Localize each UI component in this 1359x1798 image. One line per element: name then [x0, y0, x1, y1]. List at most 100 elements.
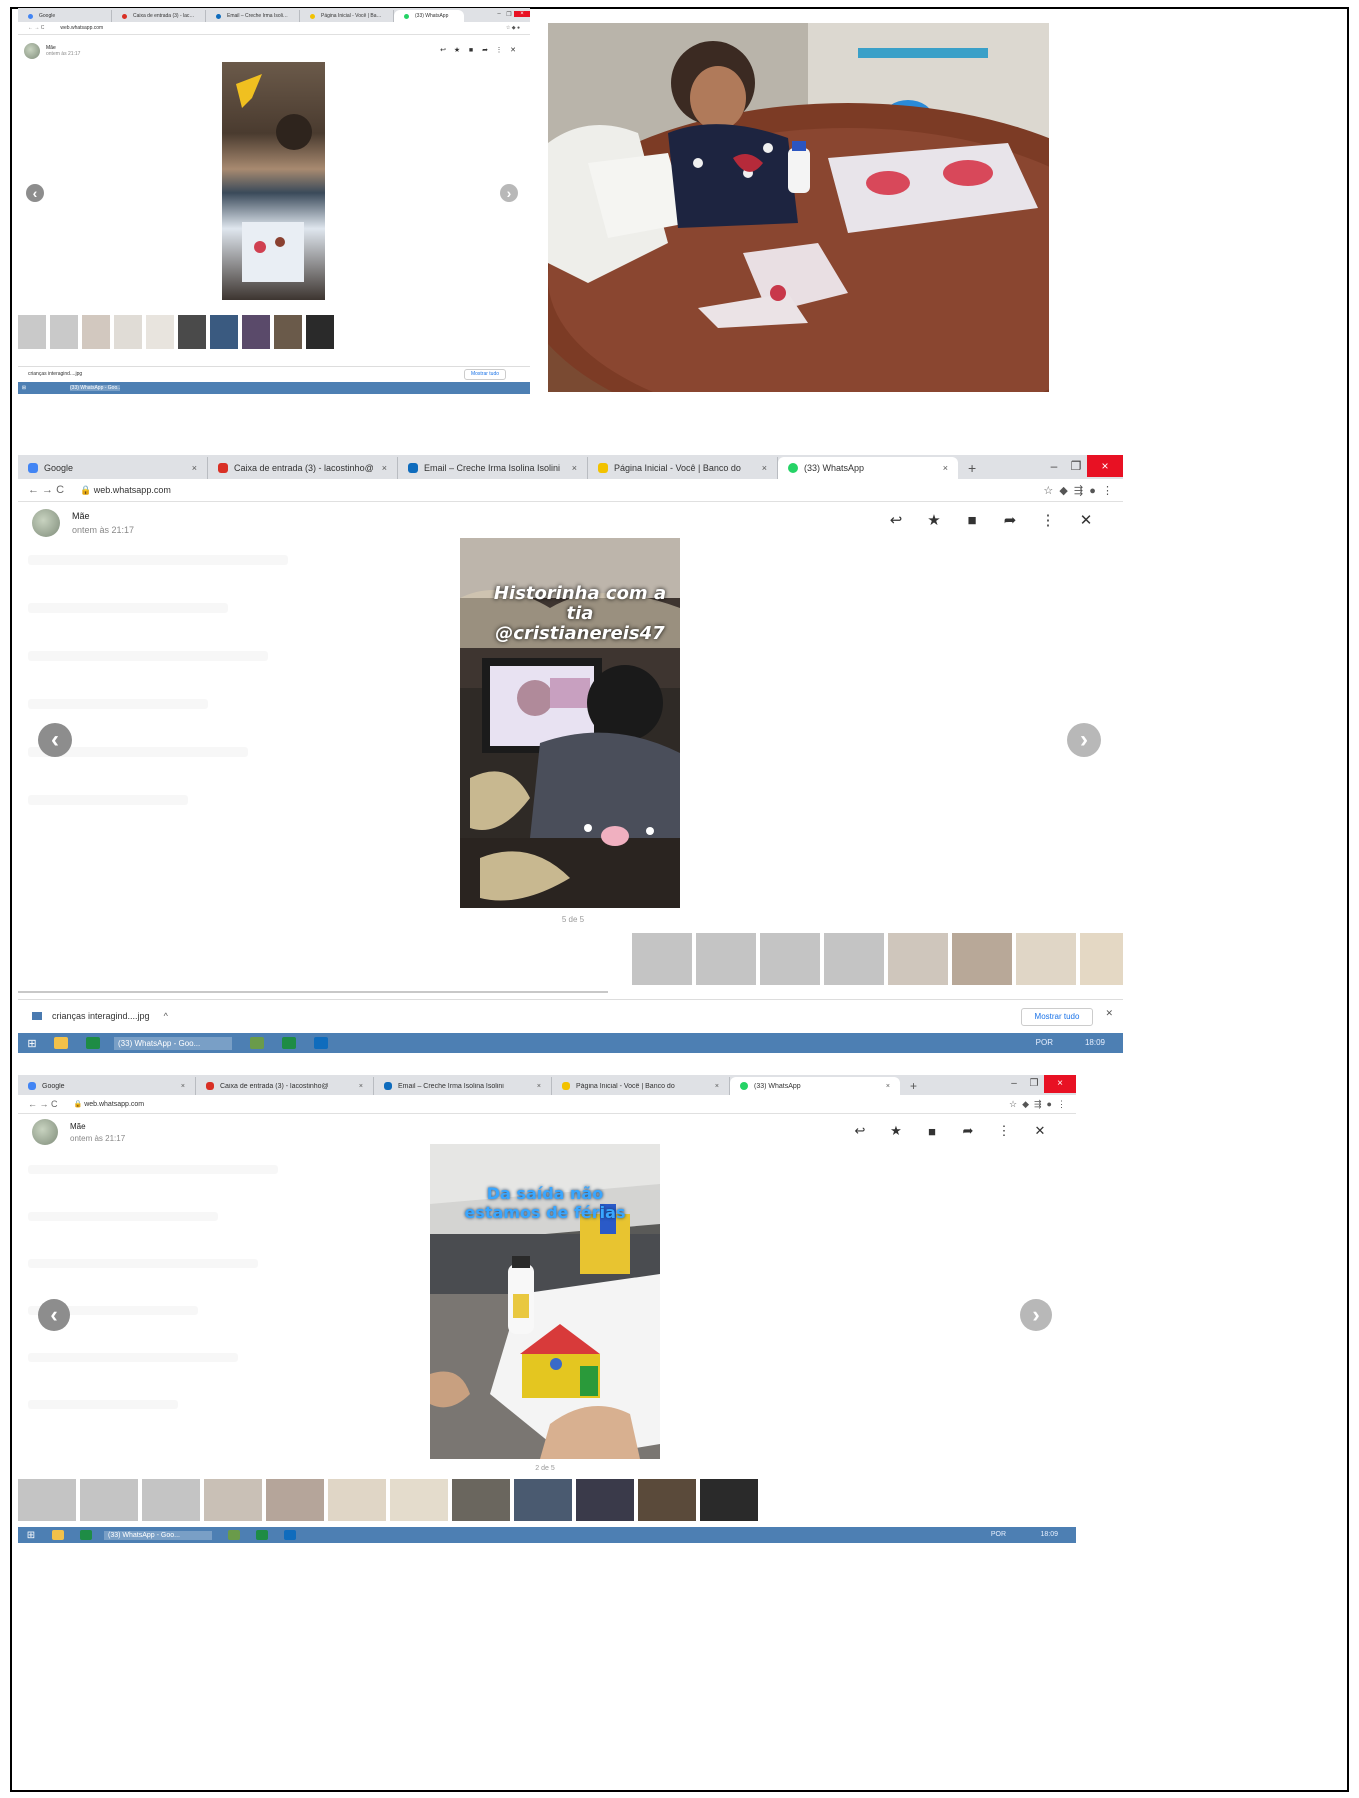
close-tab-icon[interactable]: × — [382, 463, 387, 473]
excel-icon[interactable] — [282, 1037, 296, 1049]
extension-icons[interactable]: ☆ ◆ ⇶ ● ⋮ — [1043, 484, 1113, 497]
thumbnail[interactable] — [142, 1479, 200, 1521]
thumbnail[interactable] — [210, 315, 238, 349]
thumbnail[interactable] — [18, 315, 46, 349]
tab-whatsapp[interactable]: (33) WhatsApp — [394, 10, 464, 22]
close-viewer-icon[interactable]: ✕ — [506, 46, 520, 54]
forward-icon[interactable]: ➦ — [991, 511, 1029, 529]
tab-bank[interactable]: Página Inicial - Você | Banco do × — [552, 1077, 730, 1095]
start-icon[interactable]: ⊞ — [18, 385, 30, 391]
tab-whatsapp[interactable]: (33) WhatsApp × — [730, 1077, 900, 1095]
reply-icon[interactable]: ↩ — [436, 46, 450, 54]
restore-button[interactable]: ❐ — [504, 11, 514, 18]
thumbnail[interactable] — [80, 1479, 138, 1521]
thumbnail[interactable] — [274, 315, 302, 349]
excel-icon[interactable] — [80, 1530, 92, 1540]
extension-icons[interactable]: ☆ ◆ ⇶ ● ⋮ — [1009, 1099, 1066, 1110]
url-field[interactable]: 🔒 web.whatsapp.com — [80, 485, 1043, 496]
tab-google[interactable]: Google × — [18, 1077, 196, 1095]
close-tab-icon[interactable]: × — [181, 1083, 185, 1090]
reply-icon[interactable]: ↩ — [842, 1123, 878, 1139]
star-icon[interactable]: ★ — [878, 1123, 914, 1139]
delete-icon[interactable]: ■ — [953, 512, 991, 529]
minimize-button[interactable]: – — [1004, 1075, 1024, 1093]
thumbnail[interactable] — [266, 1479, 324, 1521]
close-window-button[interactable]: × — [514, 11, 530, 17]
close-tab-icon[interactable]: × — [943, 463, 948, 473]
app-icon[interactable] — [228, 1530, 240, 1540]
close-viewer-icon[interactable]: ✕ — [1022, 1123, 1058, 1139]
outlook-icon[interactable] — [284, 1530, 296, 1540]
thumbnail[interactable] — [700, 1479, 758, 1521]
app-icon[interactable] — [250, 1037, 264, 1049]
download-item[interactable]: crianças interagind....jpg — [28, 371, 82, 377]
avatar[interactable] — [32, 1119, 58, 1145]
close-tab-icon[interactable]: × — [359, 1083, 363, 1090]
tab-bank[interactable]: Página Inicial - Você | Banco do — [300, 10, 394, 22]
tab-gmail[interactable]: Caixa de entrada (3) - lacostinho@ — [112, 10, 206, 22]
close-tab-icon[interactable]: × — [537, 1083, 541, 1090]
outlook-icon[interactable] — [314, 1037, 328, 1049]
menu-icon[interactable]: ⋮ — [986, 1123, 1022, 1139]
minimize-button[interactable]: – — [1043, 455, 1065, 477]
thumbnail[interactable] — [50, 315, 78, 349]
show-all-button[interactable]: Mostrar tudo — [464, 369, 506, 380]
star-icon[interactable]: ★ — [915, 511, 953, 529]
taskbar-whatsapp-app[interactable]: (33) WhatsApp - Goo... — [70, 385, 120, 391]
thumbnail[interactable] — [888, 933, 948, 985]
tab-bank[interactable]: Página Inicial - Você | Banco do × — [588, 457, 778, 479]
forward-icon[interactable]: ➦ — [950, 1123, 986, 1139]
restore-button[interactable]: ❐ — [1065, 455, 1087, 477]
tab-email[interactable]: Email – Creche Irma Isolina Isolini — [206, 10, 300, 22]
minimize-button[interactable]: – — [494, 11, 504, 17]
tab-email[interactable]: Email – Creche Irma Isolina Isolini × — [398, 457, 588, 479]
close-tab-icon[interactable]: × — [192, 463, 197, 473]
reply-icon[interactable]: ↩ — [877, 511, 915, 529]
thumbnail[interactable] — [1016, 933, 1076, 985]
download-chevron-icon[interactable]: ^ — [164, 1011, 168, 1021]
start-icon[interactable]: ⊞ — [18, 1530, 44, 1541]
tab-email[interactable]: Email – Creche Irma Isolina Isolini × — [374, 1077, 552, 1095]
close-viewer-icon[interactable]: ✕ — [1067, 511, 1105, 529]
url-field[interactable]: web.whatsapp.com — [60, 25, 505, 31]
thumbnail[interactable] — [514, 1479, 572, 1521]
previous-media-button[interactable]: ‹ — [26, 184, 44, 202]
excel-icon[interactable] — [256, 1530, 268, 1540]
nav-buttons-icon[interactable]: ← → C — [28, 25, 44, 31]
menu-icon[interactable]: ⋮ — [492, 46, 506, 54]
thumbnail[interactable] — [114, 315, 142, 349]
thumbnail[interactable] — [178, 315, 206, 349]
tab-gmail[interactable]: Caixa de entrada (3) - lacostinho@ × — [196, 1077, 374, 1095]
tab-gmail[interactable]: Caixa de entrada (3) - lacostinho@ × — [208, 457, 398, 479]
thumbnail[interactable] — [824, 933, 884, 985]
explorer-icon[interactable] — [54, 1037, 68, 1049]
thumbnail[interactable] — [390, 1479, 448, 1521]
tab-google[interactable]: Google — [18, 10, 112, 22]
thumbnail[interactable] — [306, 315, 334, 349]
avatar[interactable] — [32, 509, 60, 537]
show-all-button[interactable]: Mostrar tudo — [1021, 1008, 1093, 1026]
thumbnail[interactable] — [328, 1479, 386, 1521]
menu-icon[interactable]: ⋮ — [1029, 511, 1067, 529]
thumbnail[interactable] — [146, 315, 174, 349]
thumbnail[interactable] — [576, 1479, 634, 1521]
extension-icons[interactable]: ☆ ◆ ● — [506, 25, 520, 31]
close-window-button[interactable]: × — [1044, 1075, 1076, 1093]
restore-button[interactable]: ❐ — [1024, 1075, 1044, 1093]
explorer-icon[interactable] — [52, 1530, 64, 1540]
delete-icon[interactable]: ■ — [464, 47, 478, 54]
thumbnail[interactable] — [638, 1479, 696, 1521]
thumbnail[interactable] — [452, 1479, 510, 1521]
avatar[interactable] — [24, 43, 40, 59]
delete-icon[interactable]: ■ — [914, 1124, 950, 1139]
star-icon[interactable]: ★ — [450, 46, 464, 54]
taskbar-whatsapp-app[interactable]: (33) WhatsApp - Goo... — [104, 1530, 212, 1540]
close-downloads-icon[interactable]: ✕ — [1105, 1008, 1113, 1019]
tab-google[interactable]: Google × — [18, 457, 208, 479]
download-item[interactable]: crianças interagind....jpg — [52, 1011, 150, 1021]
close-tab-icon[interactable]: × — [762, 463, 767, 473]
thumbnail[interactable] — [696, 933, 756, 985]
close-tab-icon[interactable]: × — [886, 1083, 890, 1090]
thumbnail[interactable] — [632, 933, 692, 985]
thumbnail[interactable] — [242, 315, 270, 349]
